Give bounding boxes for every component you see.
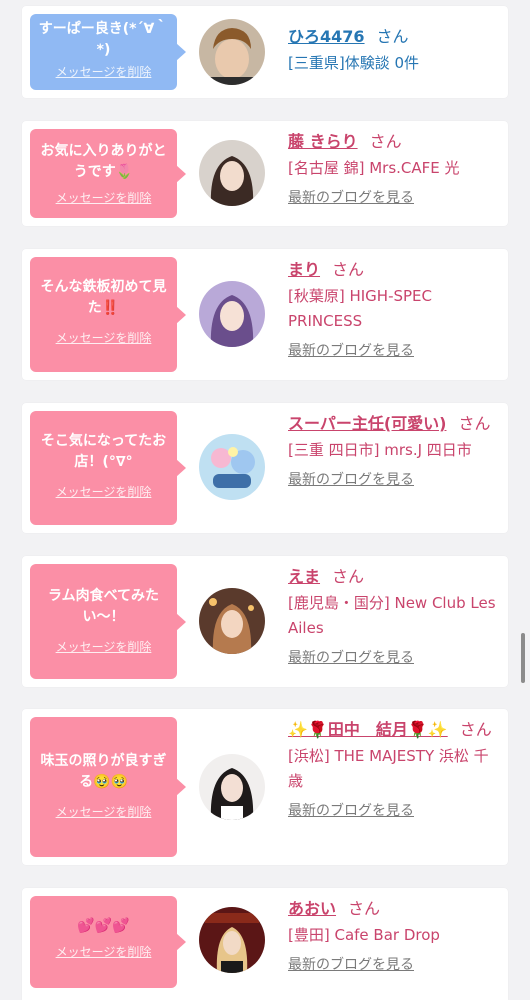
- sender-info: スーパー主任(可愛い) さん [三重 四日市] mrs.J 四日市 最新のブログを…: [288, 411, 502, 489]
- avatar-photo-girl: [199, 907, 265, 973]
- message-text: 味玉の照りが良すぎる🥹🥹: [40, 753, 167, 790]
- message-text: そんな鉄板初めて見た‼️: [40, 279, 167, 316]
- message-bubble: お気に入りありがとうです🌷 メッセージを削除: [30, 129, 186, 218]
- message-list: すーぱー良き(*´∀｀*) メッセージを削除 ひろ4476 さん [三重県]体験談…: [0, 0, 530, 1000]
- honorific: さん: [458, 414, 491, 433]
- message-text: ラム肉食べてみたい〜！: [47, 588, 160, 625]
- sender-name[interactable]: ✨🌹田中 結月🌹✨: [288, 720, 448, 739]
- honorific: さん: [376, 27, 409, 46]
- message-text: すーぱー良き(*´∀｀*): [38, 21, 169, 58]
- latest-blog-link[interactable]: 最新のブログを見る: [288, 800, 414, 820]
- sender-info: ✨🌹田中 結月🌹✨ さん [浜松] THE MAJESTY 浜松 千歳 最新のブロ…: [288, 717, 502, 820]
- delete-message-link[interactable]: メッセージを削除: [56, 638, 152, 655]
- message-bubble: そんな鉄板初めて見た‼️ メッセージを削除: [30, 257, 186, 372]
- message-card: 💕💕💕 メッセージを削除 あおい さん [豊田] Cafe Bar Drop 最新…: [22, 888, 508, 1000]
- avatar[interactable]: [199, 434, 265, 500]
- message-card: ラム肉食べてみたい〜！ メッセージを削除 えま さん [鹿児島・国分] New C…: [22, 556, 508, 687]
- sender-name[interactable]: ひろ4476: [288, 27, 365, 46]
- avatar-photo-girl: [199, 588, 265, 654]
- message-card: お気に入りありがとうです🌷 メッセージを削除 藤 きらり さん [名古屋 錦] M…: [22, 121, 508, 226]
- sender-info: ひろ4476 さん [三重県]体験談 0件: [288, 24, 502, 76]
- shop-info: [三重 四日市] mrs.J 四日市: [288, 441, 472, 459]
- avatar[interactable]: [199, 281, 265, 347]
- shop-info: [秋葉原] HIGH-SPEC PRINCESS: [288, 287, 433, 330]
- avatar-photo-illustration: [199, 434, 265, 500]
- sender-info: 藤 きらり さん [名古屋 錦] Mrs.CAFE 光 最新のブログを見る: [288, 129, 502, 207]
- avatar-photo-girl: [199, 754, 265, 820]
- honorific: さん: [369, 132, 402, 151]
- avatar[interactable]: [199, 754, 265, 820]
- delete-message-link[interactable]: メッセージを削除: [56, 803, 152, 820]
- sender-name[interactable]: あおい: [288, 899, 336, 918]
- message-text: そこ気になってたお店！(°∇°: [40, 433, 167, 470]
- shop-info: [豊田] Cafe Bar Drop: [288, 926, 440, 944]
- delete-message-link[interactable]: メッセージを削除: [56, 329, 152, 346]
- sender-info: えま さん [鹿児島・国分] New Club Les Ailes 最新のブログを…: [288, 564, 502, 667]
- delete-message-link[interactable]: メッセージを削除: [56, 943, 152, 960]
- message-card: そんな鉄板初めて見た‼️ メッセージを削除 まり さん [秋葉原] HIGH-SP…: [22, 249, 508, 380]
- latest-blog-link[interactable]: 最新のブログを見る: [288, 954, 414, 974]
- scrollbar[interactable]: [521, 633, 525, 683]
- avatar-photo-girl: [199, 281, 265, 347]
- sender-name[interactable]: 藤 きらり: [288, 132, 358, 151]
- shop-info: [浜松] THE MAJESTY 浜松 千歳: [288, 747, 489, 790]
- message-card: 味玉の照りが良すぎる🥹🥹 メッセージを削除 ✨🌹田中 結月🌹✨ さん [浜松] T…: [22, 709, 508, 865]
- message-card: すーぱー良き(*´∀｀*) メッセージを削除 ひろ4476 さん [三重県]体験談…: [22, 6, 508, 98]
- sender-name[interactable]: まり: [288, 260, 320, 279]
- sender-info: まり さん [秋葉原] HIGH-SPEC PRINCESS 最新のブログを見る: [288, 257, 502, 360]
- latest-blog-link[interactable]: 最新のブログを見る: [288, 187, 414, 207]
- avatar[interactable]: [199, 907, 265, 973]
- sender-name[interactable]: スーパー主任(可愛い): [288, 414, 446, 433]
- honorific: さん: [332, 567, 365, 586]
- honorific: さん: [348, 899, 381, 918]
- honorific: さん: [459, 720, 492, 739]
- shop-info: [鹿児島・国分] New Club Les Ailes: [288, 594, 496, 637]
- delete-message-link[interactable]: メッセージを削除: [56, 189, 152, 206]
- delete-message-link[interactable]: メッセージを削除: [56, 63, 152, 80]
- shop-info: [名古屋 錦] Mrs.CAFE 光: [288, 159, 460, 177]
- message-bubble: すーぱー良き(*´∀｀*) メッセージを削除: [30, 14, 186, 90]
- latest-blog-link[interactable]: 最新のブログを見る: [288, 340, 414, 360]
- avatar[interactable]: [199, 19, 265, 85]
- message-bubble: 💕💕💕 メッセージを削除: [30, 896, 186, 988]
- delete-message-link[interactable]: メッセージを削除: [56, 483, 152, 500]
- avatar[interactable]: [199, 140, 265, 206]
- honorific: さん: [332, 260, 365, 279]
- avatar-photo-girl: [199, 140, 265, 206]
- message-bubble: 味玉の照りが良すぎる🥹🥹 メッセージを削除: [30, 717, 186, 857]
- message-card: そこ気になってたお店！(°∇° メッセージを削除 スーパー主任(可愛い) さん […: [22, 403, 508, 533]
- shop-info: [三重県]体験談 0件: [288, 54, 420, 72]
- avatar[interactable]: [199, 588, 265, 654]
- latest-blog-link[interactable]: 最新のブログを見る: [288, 647, 414, 667]
- message-text: 💕💕💕: [77, 918, 130, 934]
- sender-info: あおい さん [豊田] Cafe Bar Drop 最新のブログを見る: [288, 896, 502, 974]
- sender-name[interactable]: えま: [288, 567, 320, 586]
- latest-blog-link[interactable]: 最新のブログを見る: [288, 469, 414, 489]
- message-text: お気に入りありがとうです🌷: [40, 143, 167, 180]
- message-bubble: そこ気になってたお店！(°∇° メッセージを削除: [30, 411, 186, 525]
- avatar-photo-user: [199, 19, 265, 85]
- message-bubble: ラム肉食べてみたい〜！ メッセージを削除: [30, 564, 186, 679]
